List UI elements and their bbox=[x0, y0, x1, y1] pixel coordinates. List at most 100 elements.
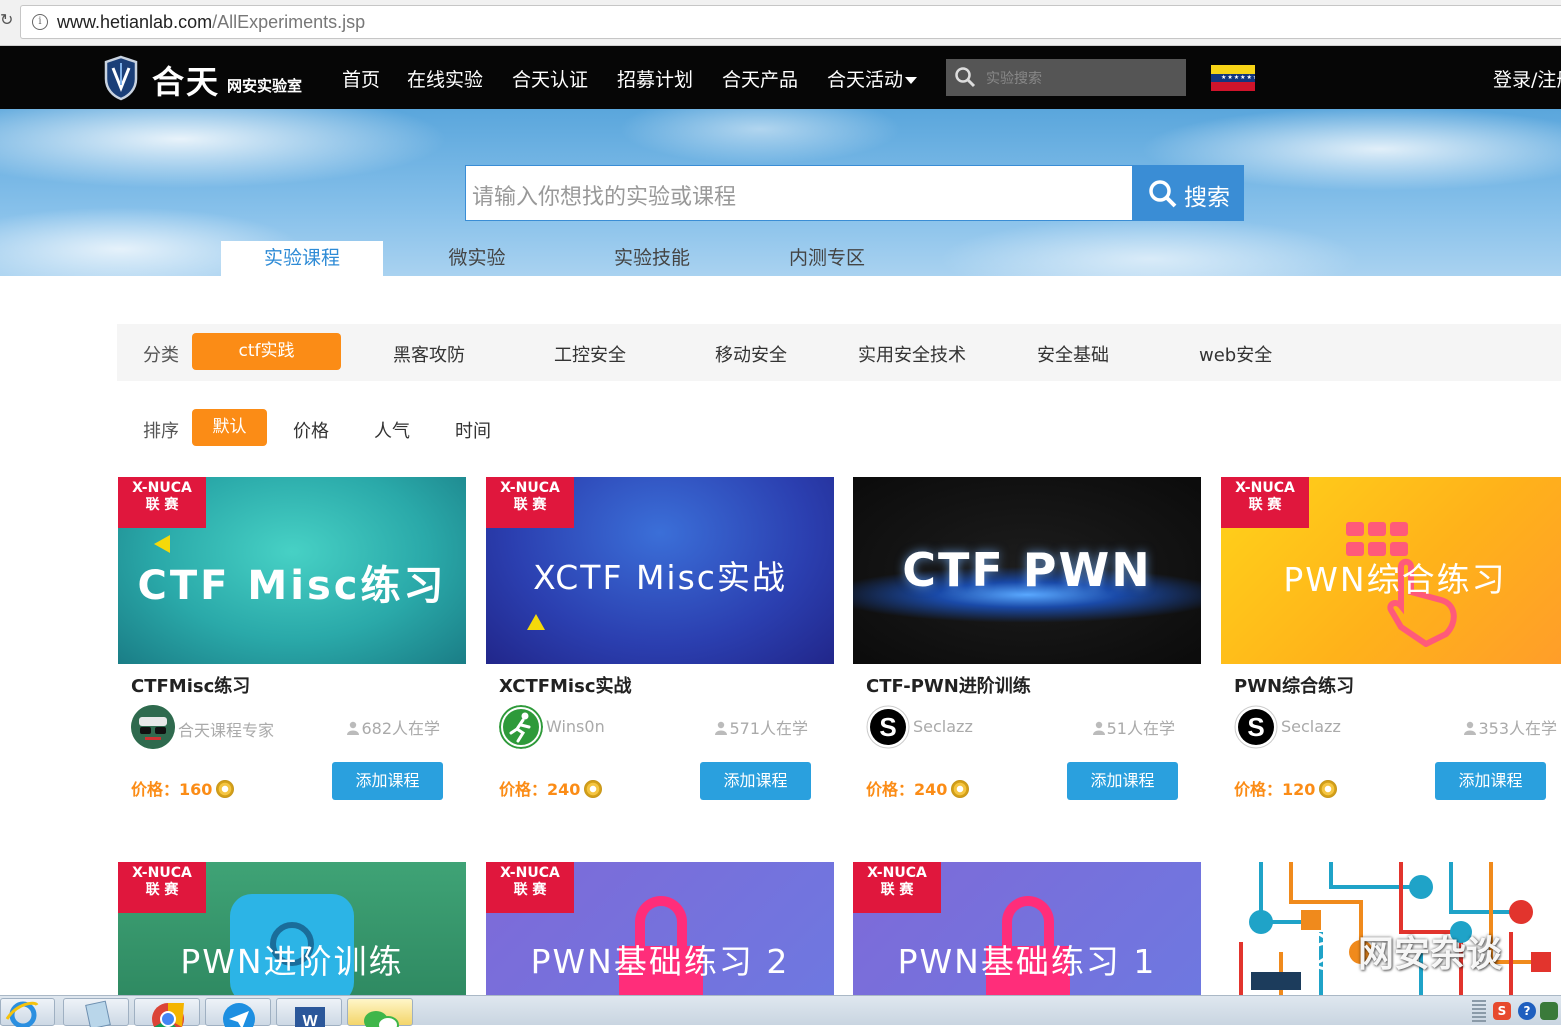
category-hacker[interactable]: 黑客攻防 bbox=[393, 341, 465, 367]
notepad-icon bbox=[85, 1000, 111, 1030]
site-info-icon[interactable]: i bbox=[32, 14, 48, 30]
nav-search-placeholder: 实验搜索 bbox=[986, 71, 1042, 87]
nav-item-certification[interactable]: 合天认证 bbox=[512, 65, 588, 92]
thumbnail-title: PWN综合练习 bbox=[1283, 560, 1507, 599]
course-thumbnail[interactable]: X-NUCA 联 赛 PWN基础练习 1 bbox=[853, 862, 1201, 995]
word-taskbar-button[interactable]: W bbox=[276, 998, 342, 1031]
coin-icon bbox=[216, 780, 235, 798]
course-search-button[interactable]: 搜索 bbox=[1133, 165, 1244, 221]
watermark-text: 网安杂谈 bbox=[1358, 934, 1503, 975]
coin-icon bbox=[951, 780, 970, 798]
course-card: X-NUCA 联 赛 XCTF Misc实战 XCTFMisc实战 Wins0n … bbox=[486, 477, 834, 800]
avatar: S bbox=[866, 705, 910, 749]
url-text: www.hetianlab.com/AllExperiments.jsp bbox=[57, 12, 366, 32]
sort-label: 排序 bbox=[143, 421, 179, 442]
course-price: 价格：120 bbox=[1234, 776, 1338, 800]
dropdown-arrow-icon bbox=[905, 77, 918, 84]
xnuca-ribbon: X-NUCA 联 赛 bbox=[118, 477, 206, 528]
category-basics[interactable]: 安全基础 bbox=[1037, 341, 1109, 367]
sogou-input-icon[interactable]: S bbox=[1493, 1002, 1511, 1020]
category-practical[interactable]: 实用安全技术 bbox=[858, 341, 966, 367]
person-icon bbox=[1464, 721, 1477, 735]
logo-text[interactable]: 合天 bbox=[152, 57, 220, 103]
browser-address-bar: ↻ i www.hetianlab.com/AllExperiments.jsp bbox=[0, 0, 1561, 46]
course-search-placeholder: 请输入你想找的实验或课程 bbox=[472, 185, 737, 210]
add-course-button[interactable]: 添加课程 bbox=[1067, 762, 1178, 800]
ie-taskbar-button[interactable] bbox=[0, 998, 55, 1029]
course-thumbnail[interactable]: X-NUCA 联 赛 XCTF Misc实战 bbox=[486, 477, 834, 664]
help-icon[interactable]: ? bbox=[1518, 1002, 1536, 1020]
ie-icon bbox=[5, 1001, 39, 1029]
category-ics[interactable]: 工控安全 bbox=[554, 341, 626, 367]
nav-item-events[interactable]: 合天活动 bbox=[827, 65, 918, 92]
category-label: 分类 bbox=[143, 345, 179, 366]
course-thumbnail[interactable]: X-NUCA 联 赛 PWN进阶训练 bbox=[118, 862, 466, 995]
nav-item-home[interactable]: 首页 bbox=[342, 65, 380, 92]
avatar: S bbox=[1234, 705, 1278, 749]
xnuca-ribbon: X-NUCA 联 赛 bbox=[118, 862, 206, 913]
person-icon bbox=[347, 721, 360, 735]
logo-subtitle: 网安实验室 bbox=[227, 77, 303, 95]
sort-default[interactable]: 默认 bbox=[192, 409, 267, 446]
nav-item-products[interactable]: 合天产品 bbox=[722, 65, 798, 92]
tab-courses[interactable]: 实验课程 bbox=[221, 241, 383, 276]
venezuela-flag-icon[interactable]: ★★★★★★★★ bbox=[1211, 65, 1255, 91]
course-card: X-NUCA 联 赛 PWN综合练习 PWN综合练习 S Seclazz 353人… bbox=[1221, 477, 1561, 800]
course-thumbnail[interactable]: X-NUCA 联 赛 PWN综合练习 bbox=[1221, 477, 1561, 664]
course-thumbnail[interactable]: X-NUCA 联 赛 CTF Misc练习 bbox=[118, 477, 466, 664]
wechat-watermark-icon bbox=[1284, 930, 1348, 971]
svg-text:S: S bbox=[1247, 712, 1264, 742]
course-title[interactable]: XCTFMisc实战 bbox=[499, 672, 632, 698]
add-course-button[interactable]: 添加课程 bbox=[1435, 762, 1546, 800]
tray-app-icon[interactable] bbox=[1540, 1002, 1558, 1020]
course-thumbnail[interactable]: CTF PWN bbox=[853, 477, 1201, 664]
sort-time[interactable]: 时间 bbox=[455, 417, 491, 443]
shield-logo-icon[interactable] bbox=[104, 55, 138, 101]
add-course-button[interactable]: 添加课程 bbox=[332, 762, 443, 800]
wechat-taskbar-button[interactable] bbox=[347, 998, 413, 1031]
course-search-input[interactable]: 请输入你想找的实验或课程 bbox=[465, 165, 1133, 221]
course-price: 价格：240 bbox=[499, 776, 603, 800]
course-title[interactable]: CTF-PWN进阶训练 bbox=[866, 672, 1031, 698]
avatar bbox=[499, 705, 543, 749]
notepad-taskbar-button[interactable] bbox=[63, 998, 129, 1030]
person-icon bbox=[715, 721, 728, 735]
svg-text:S: S bbox=[879, 712, 896, 742]
learner-count: 353人在学 bbox=[1464, 715, 1557, 739]
sort-popularity[interactable]: 人气 bbox=[374, 417, 410, 443]
nav-item-online-lab[interactable]: 在线实验 bbox=[407, 65, 483, 92]
tab-lab-skills[interactable]: 实验技能 bbox=[587, 241, 717, 276]
chrome-icon bbox=[152, 1003, 184, 1031]
xnuca-ribbon: X-NUCA 联 赛 bbox=[853, 862, 941, 913]
xnuca-ribbon: X-NUCA 联 赛 bbox=[486, 477, 574, 528]
author-name[interactable]: Seclazz bbox=[913, 717, 973, 736]
course-title[interactable]: PWN综合练习 bbox=[1234, 672, 1354, 698]
nav-item-recruit[interactable]: 招募计划 bbox=[617, 65, 693, 92]
url-field[interactable]: i www.hetianlab.com/AllExperiments.jsp bbox=[20, 5, 1561, 39]
course-card: X-NUCA 联 赛 PWN进阶训练 bbox=[118, 862, 466, 995]
messenger-taskbar-button[interactable] bbox=[205, 998, 271, 1031]
author-name[interactable]: 合天课程专家 bbox=[178, 717, 274, 741]
triangle-decoration bbox=[527, 614, 545, 630]
course-thumbnail[interactable]: X-NUCA 联 赛 PWN基础练习 2 bbox=[486, 862, 834, 995]
course-title[interactable]: CTFMisc练习 bbox=[131, 672, 250, 698]
nav-search-input[interactable]: 实验搜索 bbox=[946, 59, 1186, 96]
thumbnail-title: CTF PWN bbox=[902, 543, 1152, 597]
author-name[interactable]: Wins0n bbox=[546, 717, 605, 736]
login-register-link[interactable]: 登录/注册 bbox=[1493, 65, 1561, 92]
thumbnail-title: PWN基础练习 1 bbox=[897, 942, 1157, 981]
learner-count: 682人在学 bbox=[347, 715, 440, 739]
category-filter-bar: 分类 ctf实践 黑客攻防 工控安全 移动安全 实用安全技术 安全基础 web安… bbox=[117, 324, 1561, 381]
reload-icon[interactable]: ↻ bbox=[0, 10, 14, 34]
category-mobile[interactable]: 移动安全 bbox=[715, 341, 787, 367]
tab-beta-zone[interactable]: 内测专区 bbox=[762, 241, 892, 276]
category-web[interactable]: web安全 bbox=[1199, 341, 1272, 367]
chrome-taskbar-button[interactable] bbox=[134, 998, 200, 1031]
add-course-button[interactable]: 添加课程 bbox=[700, 762, 811, 800]
author-name[interactable]: Seclazz bbox=[1281, 717, 1341, 736]
thumbnail-title: PWN基础练习 2 bbox=[530, 942, 790, 981]
category-ctf[interactable]: ctf实践 bbox=[192, 333, 341, 370]
windows-taskbar: W S ? bbox=[0, 995, 1561, 1031]
tab-micro-lab[interactable]: 微实验 bbox=[412, 241, 542, 276]
sort-price[interactable]: 价格 bbox=[293, 417, 329, 443]
